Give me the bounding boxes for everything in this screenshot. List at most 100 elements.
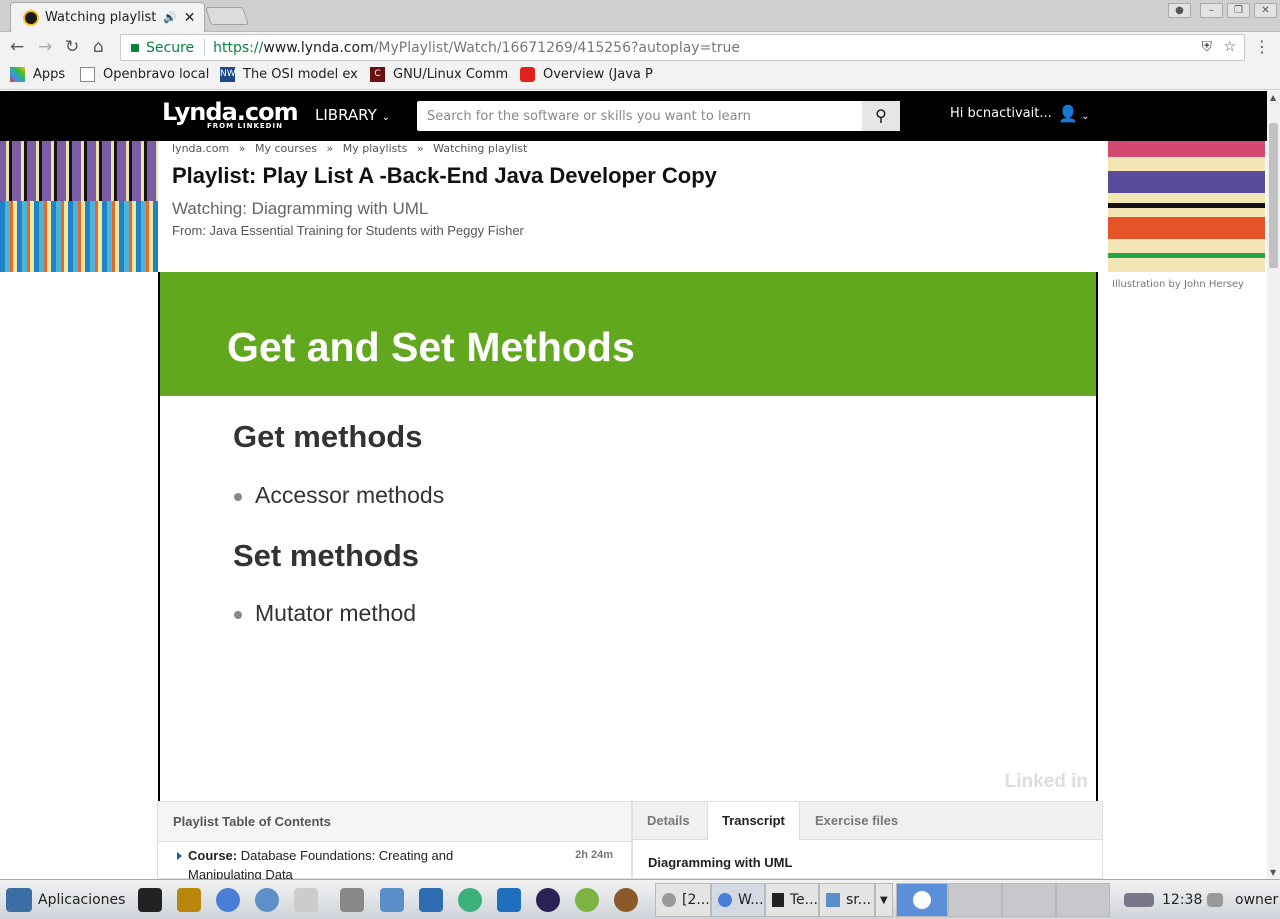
clock[interactable]: 12:38 [1162, 886, 1202, 914]
launcher-atom[interactable] [458, 886, 482, 914]
user-menu-icon[interactable]: 👤 ⌄ [1058, 104, 1089, 123]
browser-menu-icon[interactable]: ⋮ [1254, 37, 1270, 56]
network-icon[interactable] [1124, 886, 1154, 914]
launcher-vscode[interactable] [497, 886, 521, 914]
workspace-3[interactable] [1002, 883, 1056, 917]
tab-transcript[interactable]: Transcript [707, 802, 800, 840]
task-window-2[interactable]: W... [711, 883, 765, 917]
url-scheme: https:// [213, 39, 264, 56]
cube-icon [419, 888, 443, 912]
launcher-android-studio[interactable] [575, 886, 599, 914]
slide-header: Get and Set Methods [160, 272, 1096, 396]
url-path: /MyPlaylist/Watch/16671269/415256?autopl… [373, 39, 741, 56]
terminal-icon [138, 888, 162, 912]
oracle-icon [520, 67, 535, 82]
maximize-button[interactable]: ❐ [1227, 3, 1250, 18]
scrollbar-thumb[interactable] [1269, 123, 1278, 268]
home-icon[interactable]: ⌂ [93, 37, 104, 57]
terminal-icon [772, 893, 784, 907]
launcher-virtualbox[interactable] [419, 886, 443, 914]
panel-tab-bar: Details Transcript Exercise files [633, 802, 1102, 840]
bookmark-star-icon[interactable]: ☆ [1223, 39, 1236, 55]
extension-icon[interactable]: ⛨ [1202, 39, 1213, 55]
forward-icon[interactable]: → [38, 37, 52, 57]
browser-toolbar: ← → ↻ ⌂ Secure https:// www.lynda.com /M… [0, 32, 1280, 62]
profile-icon[interactable]: ● [1168, 3, 1191, 18]
toc-item-duration: 2h 24m [575, 849, 613, 861]
video-player[interactable]: Get and Set Methods Get methods Accessor… [158, 272, 1098, 801]
browser-tab[interactable]: Watching playlist 🔊 ✕ [10, 2, 205, 32]
course-info-panel: Details Transcript Exercise files Diagra… [632, 801, 1103, 879]
breadcrumb-my-playlists[interactable]: My playlists [343, 142, 408, 155]
close-tab-icon[interactable]: ✕ [184, 10, 196, 26]
folder-icon [380, 888, 404, 912]
bookmark-gnu-linux[interactable]: C GNU/Linux Comm [370, 67, 510, 82]
launcher-browser[interactable] [255, 886, 279, 914]
bookmark-java-overview[interactable]: Overview (Java P [520, 67, 660, 82]
tab-details[interactable]: Details [633, 802, 704, 840]
search-input[interactable]: Search for the software or skills you wa… [417, 101, 900, 131]
close-window-button[interactable]: ✕ [1254, 3, 1277, 18]
launcher-files[interactable] [177, 886, 201, 914]
launcher-search[interactable] [294, 886, 318, 914]
workspace-2[interactable] [948, 883, 1002, 917]
bookmark-apps[interactable]: Apps [10, 67, 65, 82]
task-window-3[interactable]: Te... [765, 883, 819, 917]
tab-exercise-files[interactable]: Exercise files [801, 802, 912, 840]
expand-triangle-icon[interactable] [177, 852, 182, 860]
workspace-1[interactable] [896, 883, 948, 917]
search-button[interactable]: ⚲ [862, 101, 900, 131]
address-bar[interactable]: Secure https:// www.lynda.com /MyPlaylis… [120, 34, 1245, 61]
notebook-icon [177, 888, 201, 912]
atom-icon [458, 888, 482, 912]
lynda-logo[interactable]: Lynda.com FROM LINKEDIN [162, 98, 299, 130]
slide-title: Get and Set Methods [227, 324, 635, 370]
chrome-icon [718, 893, 732, 907]
scroll-up-icon[interactable]: ▲ [1270, 93, 1276, 102]
site-header: Lynda.com FROM LINKEDIN LIBRARY ⌄ Search … [0, 91, 1267, 141]
applications-menu[interactable]: Aplicaciones [6, 886, 125, 914]
search-icon: ⚲ [875, 106, 887, 125]
user-greeting[interactable]: Hi bcnactivait... [950, 106, 1052, 121]
taskbar-username[interactable]: owner [1235, 886, 1278, 914]
decorative-banner-right [1108, 141, 1265, 272]
workspace-4[interactable] [1056, 883, 1110, 917]
breadcrumb-separator: » [238, 142, 246, 155]
breadcrumb-lynda[interactable]: lynda.com [172, 142, 229, 155]
task-window-1[interactable]: [2... [655, 883, 711, 917]
speaker-icon[interactable]: 🔊 [163, 11, 177, 24]
launcher-terminal[interactable] [138, 886, 162, 914]
lock-icon [131, 43, 139, 52]
task-window-4[interactable]: sr... [819, 883, 875, 917]
breadcrumb-separator: » [416, 142, 424, 155]
user-status-icon[interactable] [1207, 886, 1223, 914]
folder-icon [826, 893, 840, 907]
minimize-button[interactable]: – [1200, 3, 1223, 18]
os-taskbar: Aplicaciones [2... W... Te... sr... ▼ 12… [0, 879, 1280, 919]
bookmark-osi[interactable]: NW The OSI model ex [220, 67, 360, 82]
new-tab-button[interactable] [205, 7, 249, 25]
slide-bullet-accessor: Accessor methods [234, 482, 444, 509]
launcher-chrome[interactable] [216, 886, 240, 914]
back-icon[interactable]: ← [10, 37, 24, 57]
bookmarks-bar: Apps Openbravo local NW The OSI model ex … [0, 62, 1280, 90]
chrome-icon [216, 888, 240, 912]
lynda-favicon-icon [23, 9, 39, 26]
breadcrumb-my-courses[interactable]: My courses [255, 142, 317, 155]
launcher-screenshot[interactable] [340, 886, 364, 914]
bookmark-openbravo[interactable]: Openbravo local [80, 67, 210, 82]
scroll-down-icon[interactable]: ▼ [1270, 868, 1276, 877]
launcher-eclipse[interactable] [536, 886, 560, 914]
course-source[interactable]: From: Java Essential Training for Studen… [172, 223, 524, 238]
reload-icon[interactable]: ↻ [65, 37, 79, 57]
breadcrumb-watching-playlist[interactable]: Watching playlist [433, 142, 527, 155]
launcher-folder[interactable] [380, 886, 404, 914]
launcher-acorn[interactable] [614, 886, 638, 914]
secure-label: Secure [146, 39, 195, 56]
url-host: www.lynda.com [263, 39, 374, 56]
page-scrollbar[interactable]: ▲ ▼ [1267, 91, 1280, 879]
library-menu[interactable]: LIBRARY ⌄ [315, 106, 390, 124]
task-overflow-button[interactable]: ▼ [875, 883, 893, 917]
transcript-title: Diagramming with UML [648, 855, 793, 870]
acorn-icon [614, 888, 638, 912]
